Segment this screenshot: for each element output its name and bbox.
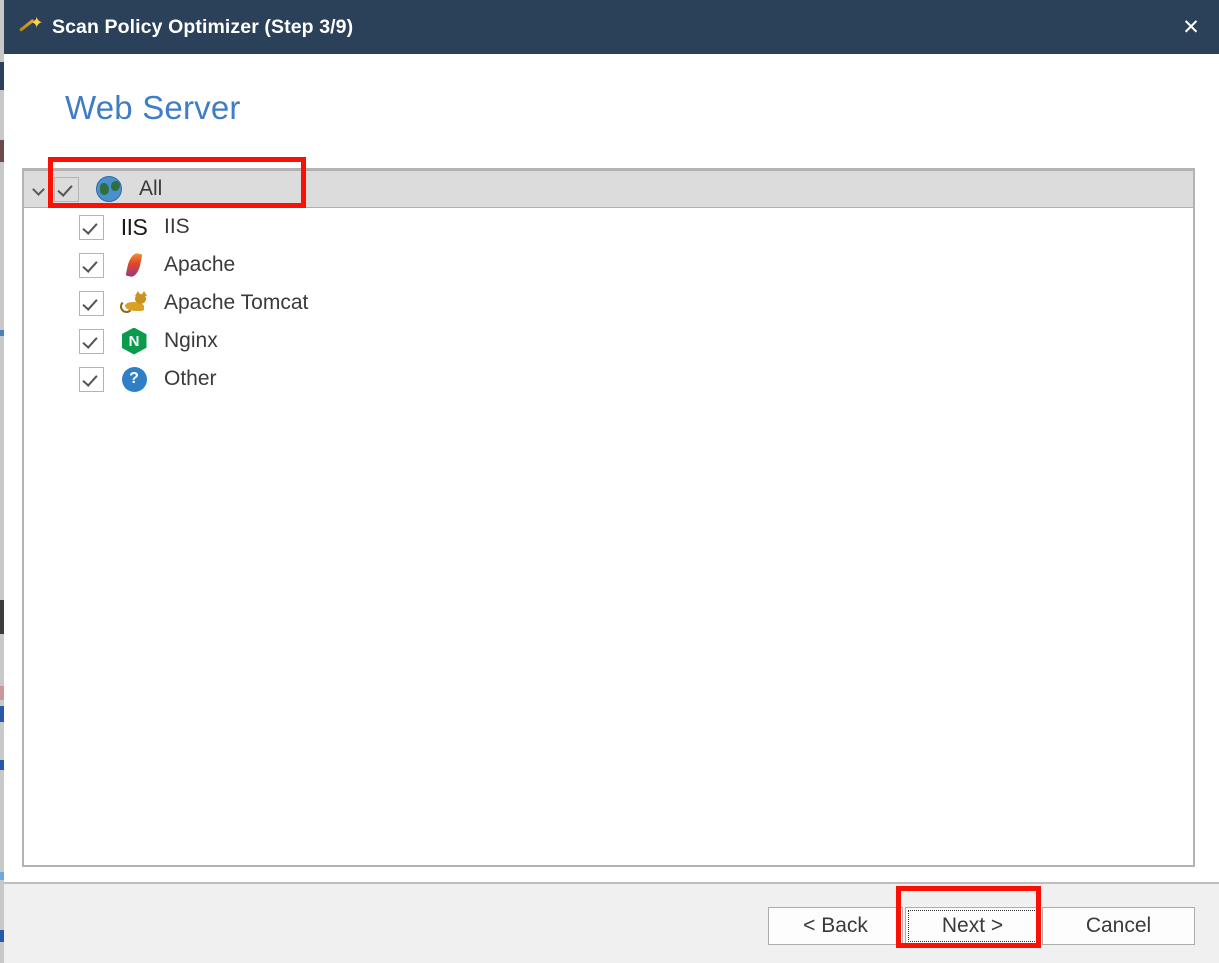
tree-item-label: Apache Tomcat xyxy=(164,291,309,314)
tree-item-checkbox[interactable] xyxy=(79,328,104,354)
tree-item-checkbox[interactable] xyxy=(79,214,104,240)
tree-row[interactable]: All xyxy=(24,170,1193,208)
tomcat-cat-icon xyxy=(120,289,148,317)
tree-item-checkbox[interactable] xyxy=(79,366,104,392)
tree-item-checkbox[interactable] xyxy=(79,252,104,278)
tree-item-label: Apache xyxy=(164,253,236,276)
cancel-button[interactable]: Cancel xyxy=(1042,907,1195,945)
nginx-icon-glyph: N xyxy=(121,327,147,355)
tree-item-label: Other xyxy=(164,367,217,390)
tree-item-checkbox[interactable] xyxy=(54,176,79,202)
apache-feather-icon xyxy=(120,251,148,279)
dialog-content: Web Server All IIS IIS Apache Apache Tom… xyxy=(4,54,1219,882)
question-mark-icon: ? xyxy=(120,365,148,393)
next-button[interactable]: Next > xyxy=(905,907,1040,945)
globe-icon xyxy=(95,175,123,203)
nginx-icon: N xyxy=(120,327,148,355)
page-title: Web Server xyxy=(65,89,241,126)
tree-row[interactable]: N Nginx xyxy=(24,322,1193,360)
tree-row[interactable]: Apache xyxy=(24,246,1193,284)
tree-row[interactable]: IIS IIS xyxy=(24,208,1193,246)
close-icon[interactable]: ✕ xyxy=(1163,0,1219,54)
back-button[interactable]: < Back xyxy=(768,907,903,945)
tree-row[interactable]: Apache Tomcat xyxy=(24,284,1193,322)
tree-item-label: IIS xyxy=(164,215,190,238)
title-bar: ✦ Scan Policy Optimizer (Step 3/9) ✕ xyxy=(4,0,1219,54)
focus-ring xyxy=(908,910,1037,942)
chevron-down-icon[interactable] xyxy=(24,184,54,194)
tree-item-label: All xyxy=(139,177,163,200)
dialog-footer: < Back Next > Cancel xyxy=(4,882,1219,963)
magic-wand-icon: ✦ xyxy=(18,15,43,39)
web-server-tree-panel[interactable]: All IIS IIS Apache Apache Tomcat N Nginx… xyxy=(22,168,1195,867)
scan-policy-optimizer-dialog: ✦ Scan Policy Optimizer (Step 3/9) ✕ Web… xyxy=(4,0,1219,963)
iis-icon-glyph: IIS xyxy=(120,213,148,240)
window-title: Scan Policy Optimizer (Step 3/9) xyxy=(52,15,354,38)
tree-item-label: Nginx xyxy=(164,329,218,352)
tree-row[interactable]: ? Other xyxy=(24,360,1193,398)
tree-item-checkbox[interactable] xyxy=(79,290,104,316)
iis-icon: IIS xyxy=(120,213,148,241)
question-mark-icon-glyph: ? xyxy=(121,366,147,392)
